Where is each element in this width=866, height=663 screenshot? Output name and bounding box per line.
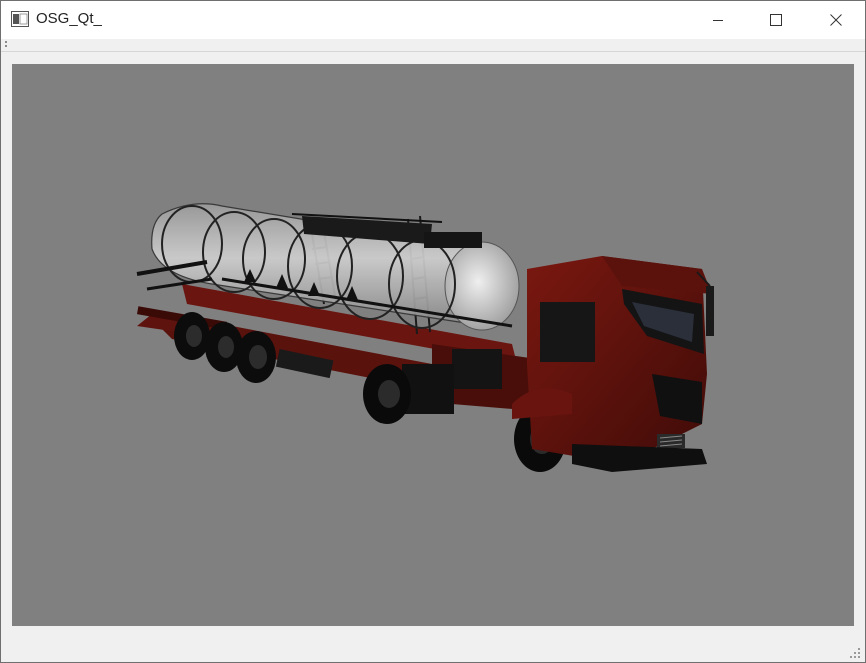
- maximize-icon: [770, 14, 782, 26]
- minimize-button[interactable]: [689, 1, 747, 39]
- tanker-truck-3d-model: [136, 203, 714, 472]
- title-bar[interactable]: OSG_Qt_: [1, 1, 865, 39]
- close-button[interactable]: [807, 1, 865, 39]
- app-window-icon: [11, 11, 29, 27]
- maximize-button[interactable]: [747, 1, 805, 39]
- close-icon: [830, 14, 842, 26]
- status-bar: [1, 637, 865, 662]
- window-title: OSG_Qt_: [36, 10, 102, 27]
- osg-3d-viewport[interactable]: [12, 64, 854, 626]
- toolbar: [1, 39, 865, 52]
- toolbar-grip-handle[interactable]: [5, 41, 7, 49]
- resize-grip-icon[interactable]: [849, 647, 861, 659]
- main-window: OSG_Qt_: [0, 0, 866, 663]
- minimize-icon: [713, 20, 723, 21]
